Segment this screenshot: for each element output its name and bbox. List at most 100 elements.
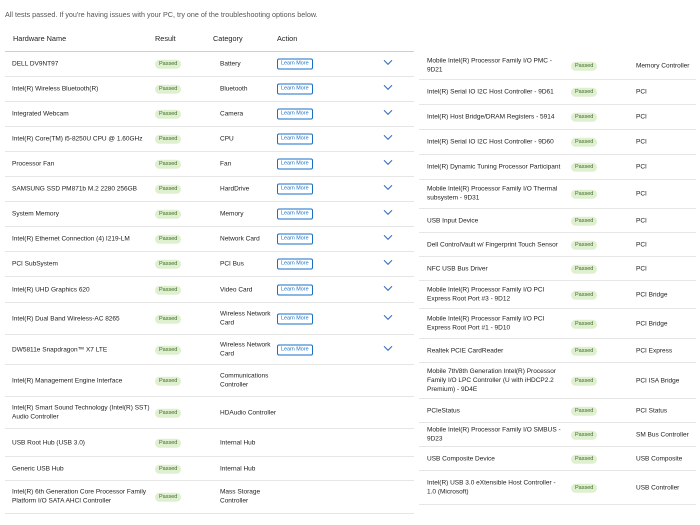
result-cell: Passed (571, 137, 598, 148)
category-cell: Memory (220, 210, 244, 218)
chevron-down-icon (383, 259, 393, 266)
category-cell: PCI (636, 163, 647, 171)
chevron-down-icon (383, 109, 393, 116)
table-row: Intel(R) Core(TM) i5-8250U CPU @ 1.60GHz… (5, 127, 414, 152)
passed-badge: Passed (155, 345, 182, 355)
chevron-down-icon (383, 184, 393, 191)
result-cell: Passed (571, 375, 598, 386)
hardware-name: NFC USB Bus Driver (427, 264, 488, 272)
learn-more-button[interactable]: Learn More (277, 283, 313, 296)
result-cell: Passed (155, 259, 182, 270)
chevron-down-icon (383, 84, 393, 91)
passed-badge: Passed (155, 84, 182, 95)
category-cell: Network Card (220, 235, 260, 243)
expand-row-toggle[interactable] (383, 59, 393, 68)
category-cell: Internal Hub (220, 438, 256, 446)
category-cell: HardDrive (220, 185, 250, 193)
learn-more-button[interactable]: Learn More (277, 158, 313, 170)
passed-badge: Passed (571, 290, 598, 300)
hardware-name: Mobile Intel(R) Processor Family I/O The… (427, 185, 558, 202)
category-cell: Fan (220, 160, 232, 168)
learn-more-button[interactable]: Learn More (277, 183, 313, 195)
table-row: Mobile Intel(R) Processor Family I/O PCI… (419, 281, 696, 309)
expand-row-toggle[interactable] (383, 84, 393, 93)
result-cell: Passed (155, 437, 182, 448)
passed-badge: Passed (571, 346, 598, 356)
result-cell: Passed (571, 60, 598, 71)
table-row: Intel(R) Serial IO I2C Host Controller -… (419, 130, 696, 155)
expand-row-toggle[interactable] (383, 285, 393, 294)
table-row: DW5811e Snapdragon™ X7 LTE Passed Wireless… (5, 335, 414, 365)
passed-badge: Passed (571, 189, 598, 200)
expand-row-toggle[interactable] (383, 209, 393, 218)
passed-badge: Passed (571, 137, 598, 148)
category-cell: Communications Controller (220, 372, 269, 389)
table-row: SAMSUNG SSD PM871b M.2 2280 256GB Passed H… (5, 177, 414, 202)
passed-badge: Passed (155, 234, 182, 245)
learn-more-button[interactable]: Learn More (277, 208, 313, 220)
passed-badge: Passed (155, 259, 182, 270)
passed-badge: Passed (571, 216, 598, 226)
category-cell: HDAudio Controller (220, 408, 276, 416)
hardware-name: Processor Fan (12, 160, 55, 168)
result-cell: Passed (571, 189, 598, 200)
learn-more-button[interactable]: Learn More (277, 343, 313, 356)
expand-row-toggle[interactable] (383, 134, 393, 143)
action-cell: Learn More (277, 343, 313, 356)
expand-row-toggle[interactable] (383, 184, 393, 193)
table-row: USB Composite Device Passed USB Composite (419, 447, 696, 471)
table-row: Mobile 7th/8th Generation Intel(R) Proce… (419, 363, 696, 399)
hardware-name: PCIeStatus (427, 406, 460, 414)
table-row: Dell ControlVault w/ Fingerprint Touch S… (419, 233, 696, 257)
learn-more-button[interactable]: Learn More (277, 233, 313, 245)
passed-badge: Passed (155, 209, 182, 220)
table-row: Mobile Intel(R) Processor Family I/O SMB… (419, 423, 696, 447)
expand-row-toggle[interactable] (383, 345, 393, 354)
expand-row-toggle[interactable] (383, 109, 393, 118)
action-cell: Learn More (277, 158, 313, 170)
hardware-name: Intel(R) Dual Band Wireless-AC 8265 (12, 314, 120, 322)
hardware-name: Intel(R) USB 3.0 eXtensible Host Control… (427, 479, 556, 496)
passed-badge: Passed (155, 59, 182, 70)
learn-more-button[interactable]: Learn More (277, 258, 313, 270)
passed-badge: Passed (155, 184, 182, 195)
hardware-name: Mobile Intel(R) Processor Family I/O PMC… (427, 57, 552, 74)
result-cell: Passed (155, 59, 182, 70)
hardware-name: Intel(R) Serial IO I2C Host Controller -… (427, 88, 554, 96)
hardware-name: Intel(R) 6th Generation Core Processor F… (12, 488, 147, 505)
learn-more-button[interactable]: Learn More (277, 133, 313, 145)
passed-badge: Passed (155, 314, 182, 324)
action-cell: Learn More (277, 258, 313, 270)
result-cell: Passed (571, 318, 598, 329)
expand-row-toggle[interactable] (383, 159, 393, 168)
category-cell: Wireless Network Card (220, 310, 271, 327)
table-row: NFC USB Bus Driver Passed PCI (419, 257, 696, 281)
column-header-name: Hardware Name (13, 34, 67, 43)
passed-badge: Passed (571, 112, 598, 123)
expand-row-toggle[interactable] (383, 259, 393, 268)
table-row: Mobile Intel(R) Processor Family I/O The… (419, 180, 696, 209)
action-cell: Learn More (277, 58, 313, 70)
category-cell: PCI (636, 88, 647, 96)
learn-more-button[interactable]: Learn More (277, 312, 313, 325)
hardware-name: USB Composite Device (427, 454, 495, 462)
action-cell: Learn More (277, 208, 313, 220)
passed-badge: Passed (155, 464, 182, 474)
learn-more-button[interactable]: Learn More (277, 58, 313, 70)
hardware-name: Intel(R) Serial IO I2C Host Controller -… (427, 138, 554, 146)
result-cell: Passed (155, 134, 182, 145)
learn-more-button[interactable]: Learn More (277, 108, 313, 120)
passed-badge: Passed (155, 134, 182, 145)
category-cell: USB Composite (636, 454, 683, 462)
hardware-name: DELL DV9NT97 (12, 60, 59, 68)
passed-badge: Passed (155, 376, 182, 386)
expand-row-toggle[interactable] (383, 314, 393, 323)
hardware-table-left: Hardware Name Result Category Action DEL… (5, 27, 414, 514)
table-row: Realtek PCIE CardReader Passed PCI Express (419, 339, 696, 363)
learn-more-button[interactable]: Learn More (277, 83, 313, 95)
hardware-name: Mobile Intel(R) Processor Family I/O PCI… (427, 286, 545, 303)
chevron-down-icon (383, 234, 393, 241)
column-header-result: Result (155, 34, 176, 43)
expand-row-toggle[interactable] (383, 234, 393, 243)
category-cell: PCI (636, 240, 647, 248)
